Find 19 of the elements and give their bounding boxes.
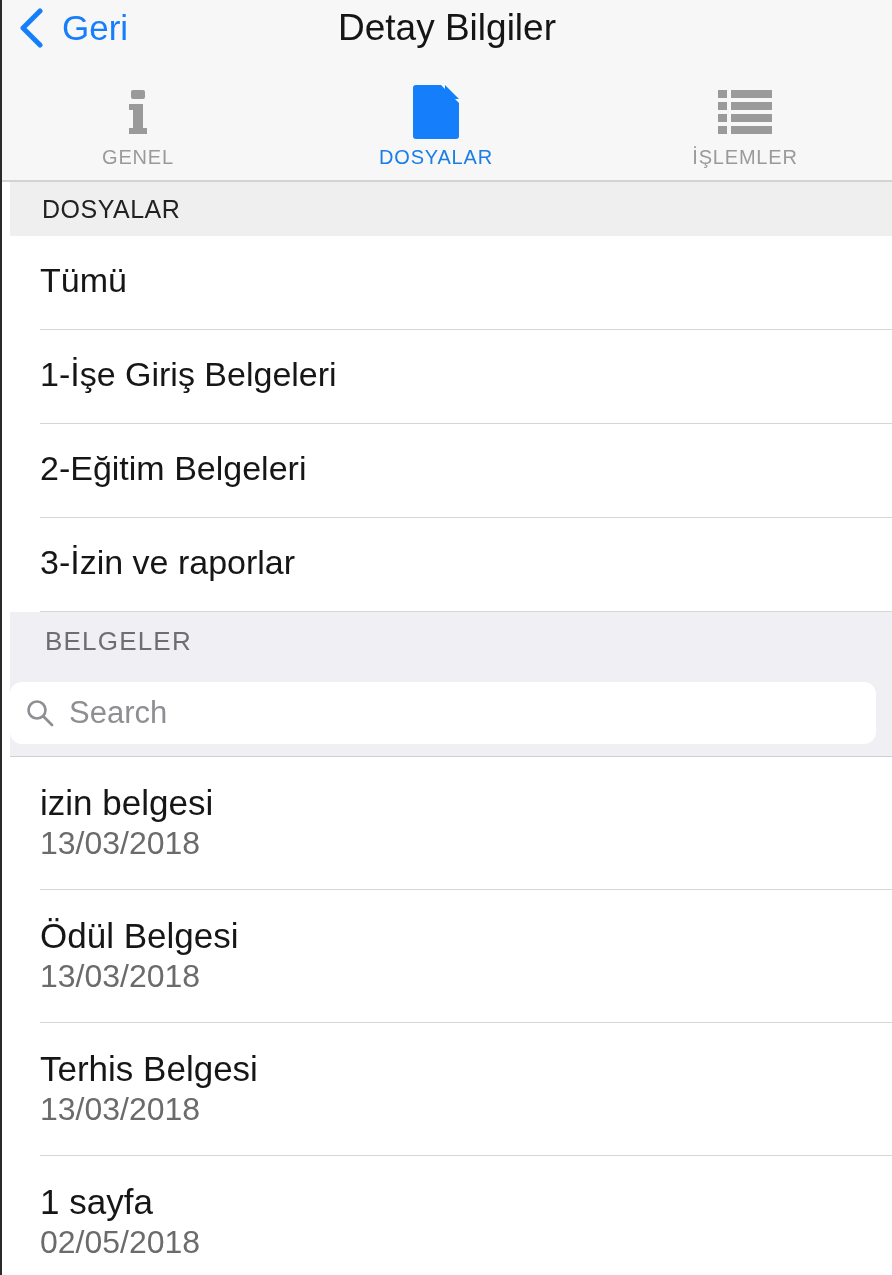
- document-date: 13/03/2018: [40, 1090, 201, 1129]
- document-date: 13/03/2018: [40, 824, 201, 863]
- section-header: BELGELER: [44, 624, 193, 658]
- document-icon: [413, 85, 459, 139]
- document-title: izin belgesi: [40, 783, 214, 823]
- search-icon: [26, 699, 54, 727]
- document-date: 13/03/2018: [40, 957, 201, 996]
- search-field[interactable]: Search: [10, 682, 876, 744]
- document-title: Ödül Belgesi: [40, 916, 239, 956]
- document-date: 02/05/2018: [40, 1223, 201, 1262]
- screen-title: Detay Bilgiler: [338, 6, 556, 49]
- list-icon: [718, 90, 772, 134]
- info-icon: [127, 90, 149, 134]
- tab[interactable]: DOSYALAR: [274, 75, 598, 180]
- document-title: 1 sayfa: [40, 1182, 153, 1222]
- document-title: Terhis Belgesi: [40, 1049, 258, 1089]
- back-chevron-icon: [18, 7, 44, 48]
- back-button[interactable]: Geri: [2, 7, 129, 48]
- section-header: DOSYALAR: [10, 182, 892, 236]
